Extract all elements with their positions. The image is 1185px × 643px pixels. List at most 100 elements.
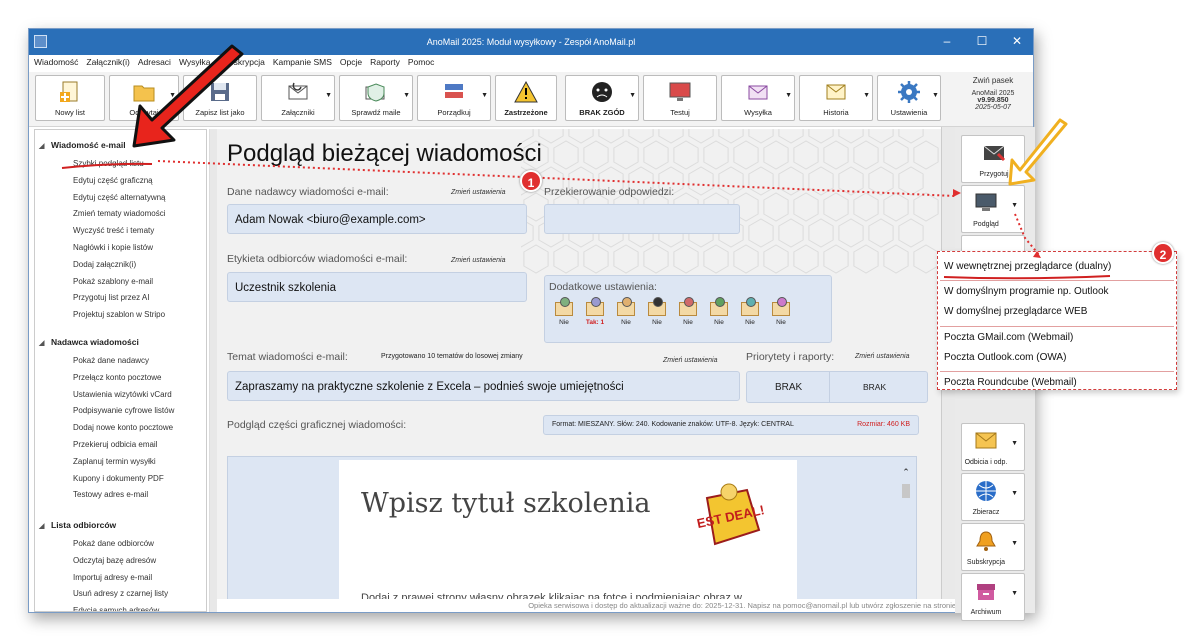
sidebar-item[interactable]: Przekieruj odbicia email bbox=[73, 440, 157, 449]
chevron-down-icon[interactable]: ▼ bbox=[403, 92, 410, 99]
extra-setting-toggle[interactable]: Tak: 1 bbox=[584, 297, 606, 330]
menu-kampanie-sms[interactable]: Kampanie SMS bbox=[268, 55, 335, 67]
chevron-down-icon[interactable]: ▼ bbox=[169, 92, 176, 99]
preview-button[interactable]: Podgląd ▼ bbox=[961, 185, 1025, 233]
change-settings-link[interactable]: Zmień ustawienia bbox=[451, 189, 505, 196]
menu-wysylka[interactable]: Wysyłka bbox=[174, 55, 214, 67]
attachments-button[interactable]: Załączniki ▼ bbox=[261, 75, 335, 121]
sidebar-item[interactable]: Pokaż dane nadawcy bbox=[73, 356, 149, 365]
priority-field[interactable]: BRAK BRAK bbox=[746, 371, 928, 403]
extra-setting-toggle[interactable]: Nie bbox=[553, 297, 575, 330]
sidebar-item[interactable]: Odczytaj bazę adresów bbox=[73, 556, 156, 565]
sidebar-item[interactable]: Zmień tematy wiadomości bbox=[73, 209, 165, 218]
collapse-triangle-icon[interactable]: ◢ bbox=[39, 522, 51, 530]
change-settings-link[interactable]: Zmień ustawienia bbox=[451, 257, 505, 264]
send-button[interactable]: Wysyłka ▼ bbox=[721, 75, 795, 121]
chevron-down-icon[interactable]: ▼ bbox=[863, 92, 870, 99]
read-button[interactable]: Odczytaj ▼ bbox=[109, 75, 179, 121]
chevron-down-icon[interactable]: ▼ bbox=[1011, 202, 1018, 209]
sidebar-item[interactable]: Testowy adres e-mail bbox=[73, 490, 148, 499]
menu-item-outlook-com[interactable]: Poczta Outlook.com (OWA) bbox=[944, 352, 1066, 363]
minimize-button[interactable]: – bbox=[937, 34, 957, 48]
menu-pomoc[interactable]: Pomoc bbox=[403, 55, 437, 67]
extra-setting-toggle[interactable]: Nie bbox=[739, 297, 761, 330]
menu-wiadomosc[interactable]: Wiadomość bbox=[29, 55, 81, 67]
reserved-button[interactable]: Zastrzeżone bbox=[495, 75, 557, 121]
prepare-button[interactable]: Przygotuj bbox=[961, 135, 1025, 183]
menu-raporty[interactable]: Raporty bbox=[365, 55, 403, 67]
menu-item-roundcube[interactable]: Poczta Roundcube (Webmail) bbox=[944, 377, 1077, 388]
new-letter-button[interactable]: Nowy list bbox=[35, 75, 105, 121]
sidebar-item[interactable]: Ustawienia wizytówki vCard bbox=[73, 390, 172, 399]
sidebar-item[interactable]: Pokaż szablony e-mail bbox=[73, 277, 153, 286]
check-mail-button[interactable]: Sprawdź maile ▼ bbox=[339, 75, 413, 121]
sidebar-item[interactable]: Przełącz konto pocztowe bbox=[73, 373, 162, 382]
sidebar-item[interactable]: Edytuj część alternatywną bbox=[73, 193, 166, 202]
change-settings-link[interactable]: Zmień ustawienia bbox=[855, 353, 909, 360]
preview-scrollbar[interactable]: ⌃ ⌄ bbox=[900, 467, 912, 599]
menu-item-internal-browser[interactable]: W wewnętrznej przeglądarce (dualny) bbox=[944, 261, 1111, 272]
sidebar-item[interactable]: Zaplanuj termin wysyłki bbox=[73, 457, 156, 466]
chevron-down-icon[interactable]: ▼ bbox=[629, 92, 636, 99]
sidebar-item[interactable]: Importuj adresy e-mail bbox=[73, 573, 152, 582]
extra-setting-toggle[interactable]: Nie bbox=[770, 297, 792, 330]
test-button[interactable]: Testuj bbox=[643, 75, 717, 121]
menu-item-default-browser[interactable]: W domyślnej przeglądarce WEB bbox=[944, 306, 1087, 317]
consent-button[interactable]: BRAK ZGÓD ▼ bbox=[565, 75, 639, 121]
chevron-down-icon[interactable]: ▼ bbox=[1011, 540, 1018, 547]
scroll-up-icon[interactable]: ⌃ bbox=[900, 467, 912, 478]
sidebar-section-header[interactable]: ◢ Nadawca wiadomości bbox=[39, 337, 139, 347]
sidebar-item[interactable]: Pokaż dane odbiorców bbox=[73, 539, 154, 548]
collector-button[interactable]: Zbieracz ▼ bbox=[961, 473, 1025, 521]
chevron-down-icon[interactable]: ▼ bbox=[325, 92, 332, 99]
menu-zalaczniki[interactable]: Załącznik(i) bbox=[81, 55, 132, 67]
save-as-button[interactable]: Zapisz list jako bbox=[183, 75, 257, 121]
sidebar-item[interactable]: Edycja samych adresów bbox=[73, 606, 159, 611]
sidebar-item[interactable]: Nagłówki i kopie listów bbox=[73, 243, 153, 252]
sender-field[interactable]: Adam Nowak <biuro@example.com> bbox=[227, 204, 527, 234]
bounces-button[interactable]: Odbicia i odp. ▼ bbox=[961, 423, 1025, 471]
menu-item-default-program[interactable]: W domyślnym programie np. Outlook bbox=[944, 286, 1109, 297]
archive-button[interactable]: Archiwum ▼ bbox=[961, 573, 1025, 621]
subscription-button[interactable]: Subskrypcja ▼ bbox=[961, 523, 1025, 571]
subject-field[interactable]: Zapraszamy na praktyczne szkolenie z Exc… bbox=[227, 371, 740, 401]
extra-setting-toggle[interactable]: Nie bbox=[646, 297, 668, 330]
extra-setting-toggle[interactable]: Nie bbox=[708, 297, 730, 330]
sidebar-item[interactable]: Dodaj załącznik(i) bbox=[73, 260, 136, 269]
sidebar-section-header[interactable]: ◢ Wiadomość e-mail bbox=[39, 140, 126, 150]
collapse-triangle-icon[interactable]: ◢ bbox=[39, 142, 51, 150]
chevron-down-icon[interactable]: ▼ bbox=[1011, 440, 1018, 447]
order-button[interactable]: Porządkuj ▼ bbox=[417, 75, 491, 121]
recipient-label-field[interactable]: Uczestnik szkolenia bbox=[227, 272, 527, 302]
extra-setting-toggle[interactable]: Nie bbox=[615, 297, 637, 330]
chevron-down-icon[interactable]: ▼ bbox=[481, 92, 488, 99]
sidebar-item[interactable]: Edytuj część graficzną bbox=[73, 176, 153, 185]
collapse-toolbar[interactable]: Zwiń pasek AnoMail 2025 v9.99.850 2025-0… bbox=[961, 76, 1025, 111]
sidebar-item[interactable]: Projektuj szablon w Stripo bbox=[73, 310, 165, 319]
chevron-down-icon[interactable]: ▼ bbox=[785, 92, 792, 99]
sidebar-item[interactable]: Kupony i dokumenty PDF bbox=[73, 474, 164, 483]
sidebar-item[interactable]: Szybki podgląd listu bbox=[73, 159, 144, 168]
sidebar-item[interactable]: Usuń adresy z czarnej listy bbox=[73, 589, 168, 598]
sidebar-section-header[interactable]: ◢ Lista odbiorców bbox=[39, 520, 116, 530]
chevron-down-icon[interactable]: ▼ bbox=[1011, 490, 1018, 497]
menu-adresaci[interactable]: Adresaci bbox=[133, 55, 174, 67]
maximize-button[interactable]: ☐ bbox=[972, 34, 992, 48]
collapse-triangle-icon[interactable]: ◢ bbox=[39, 339, 51, 347]
close-button[interactable]: ✕ bbox=[1007, 34, 1027, 48]
history-button[interactable]: Historia ▼ bbox=[799, 75, 873, 121]
change-settings-link[interactable]: Zmień ustawienia bbox=[663, 357, 717, 364]
menu-subskrypcja[interactable]: Subskrypcja bbox=[214, 55, 268, 67]
menu-opcje[interactable]: Opcje bbox=[335, 55, 365, 67]
scroll-thumb[interactable] bbox=[902, 484, 910, 498]
sidebar-item[interactable]: Dodaj nowe konto pocztowe bbox=[73, 423, 173, 432]
extra-setting-toggle[interactable]: Nie bbox=[677, 297, 699, 330]
menu-item-gmail[interactable]: Poczta GMail.com (Webmail) bbox=[944, 332, 1073, 343]
chevron-down-icon[interactable]: ▼ bbox=[932, 92, 939, 99]
sidebar-scrollbar[interactable] bbox=[209, 129, 217, 612]
sidebar-item[interactable]: Podpisywanie cyfrowe listów bbox=[73, 406, 174, 415]
forward-field[interactable] bbox=[544, 204, 740, 234]
preview-page[interactable]: Wpisz tytuł szkolenia BEST DEAL! Dodaj z… bbox=[339, 460, 797, 599]
chevron-down-icon[interactable]: ▼ bbox=[1011, 590, 1018, 597]
sidebar-item[interactable]: Przygotuj list przez AI bbox=[73, 293, 149, 302]
